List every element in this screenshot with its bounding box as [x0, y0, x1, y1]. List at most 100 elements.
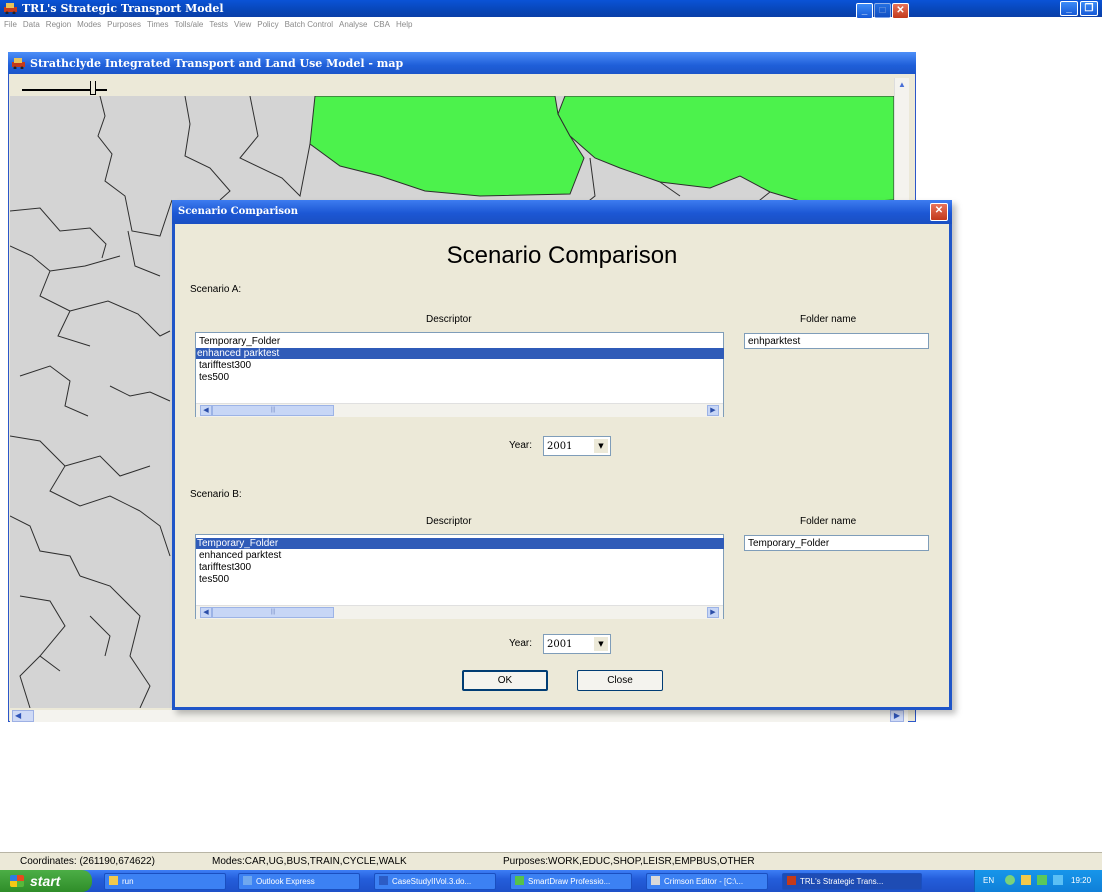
- menu-item[interactable]: Tolls/ale: [174, 17, 203, 32]
- ok-button[interactable]: OK: [462, 670, 548, 691]
- map-maximize-button[interactable]: □: [874, 3, 891, 19]
- taskbar-item[interactable]: run: [104, 873, 226, 890]
- status-coordinates: Coordinates: (261190,674622): [20, 856, 155, 867]
- scroll-left-icon[interactable]: ◀: [12, 710, 34, 722]
- taskbar-item[interactable]: SmartDraw Professio...: [510, 873, 632, 890]
- menu-item[interactable]: Help: [396, 17, 412, 32]
- app-titlebar[interactable]: TRL's Strategic Transport Model _ ❐: [0, 0, 1102, 17]
- windows-logo-icon: [10, 875, 24, 887]
- scroll-right-icon[interactable]: ▶: [707, 607, 719, 618]
- language-indicator[interactable]: EN: [983, 876, 994, 885]
- scenario-a-descriptor-list[interactable]: Temporary_Folder enhanced parktest tarif…: [195, 332, 724, 417]
- scroll-left-icon[interactable]: ◀: [200, 607, 212, 618]
- menu-item[interactable]: Batch Control: [285, 17, 333, 32]
- map-horizontal-scrollbar[interactable]: ◀ ▶: [10, 710, 908, 722]
- menu-item[interactable]: Purposes: [107, 17, 141, 32]
- menu-item[interactable]: Region: [46, 17, 71, 32]
- taskbar-item-label: Outlook Express: [256, 877, 315, 886]
- map-toolbar: [10, 74, 914, 96]
- list-item[interactable]: tarifftest300: [198, 360, 251, 371]
- list-item[interactable]: tes500: [198, 372, 229, 383]
- map-window-title: Strathclyde Integrated Transport and Lan…: [30, 57, 404, 70]
- list-item[interactable]: tarifftest300: [198, 562, 251, 573]
- scenario-b-folder-field[interactable]: Temporary_Folder: [744, 535, 929, 551]
- scenario-b-label: Scenario B:: [190, 489, 242, 500]
- tray-volume-icon[interactable]: [1053, 875, 1063, 885]
- taskbar-item[interactable]: Outlook Express: [238, 873, 360, 890]
- taskbar-item-label: TRL's Strategic Trans...: [800, 877, 884, 886]
- restore-button[interactable]: ❐: [1080, 1, 1098, 16]
- menu-item[interactable]: View: [234, 17, 251, 32]
- scroll-up-icon[interactable]: ▲: [897, 80, 907, 92]
- scenario-a-descriptor-header: Descriptor: [426, 314, 472, 325]
- list-item-selected[interactable]: Temporary_Folder: [196, 538, 724, 549]
- scenario-b-year-select[interactable]: 2001 ▼: [543, 634, 611, 654]
- menu-item[interactable]: CBA: [374, 17, 390, 32]
- taskbar-item-label: run: [122, 877, 134, 886]
- scroll-thumb[interactable]: |||: [212, 405, 334, 416]
- tray-app-icon[interactable]: [1021, 875, 1031, 885]
- outlook-icon: [243, 876, 252, 885]
- start-label: start: [30, 873, 61, 889]
- scroll-thumb[interactable]: |||: [212, 607, 334, 618]
- dialog-titlebar[interactable]: Scenario Comparison: [172, 200, 952, 224]
- list-item-selected[interactable]: enhanced parktest: [196, 348, 724, 359]
- tray-network-icon[interactable]: [1005, 875, 1015, 885]
- dialog-title: Scenario Comparison: [178, 206, 298, 217]
- menu-item[interactable]: File: [4, 17, 17, 32]
- menu-item[interactable]: Data: [23, 17, 40, 32]
- app-title: TRL's Strategic Transport Model: [22, 2, 224, 15]
- menu-item[interactable]: Times: [147, 17, 168, 32]
- menu-item[interactable]: Policy: [257, 17, 278, 32]
- menu-bar: File Data Region Modes Purposes Times Tolls/al…: [0, 17, 1102, 32]
- menu-item[interactable]: Analyse: [339, 17, 367, 32]
- map-close-button[interactable]: ✕: [892, 3, 909, 19]
- list-horizontal-scrollbar[interactable]: ◀ ||| ▶: [196, 605, 723, 619]
- scenario-b-year-label: Year:: [509, 638, 532, 649]
- highlighted-zone: [557, 96, 894, 205]
- scroll-right-icon[interactable]: ▶: [707, 405, 719, 416]
- menu-item[interactable]: Modes: [77, 17, 101, 32]
- tray-app-icon[interactable]: [1037, 875, 1047, 885]
- chevron-down-icon[interactable]: ▼: [594, 637, 608, 651]
- list-item[interactable]: tes500: [198, 574, 229, 585]
- taskbar-item[interactable]: CaseStudyIIVol.3.do...: [374, 873, 496, 890]
- dialog-heading: Scenario Comparison: [446, 242, 678, 269]
- menu-item[interactable]: Tests: [209, 17, 228, 32]
- scenario-b-folder-header: Folder name: [800, 516, 857, 527]
- zoom-slider-thumb[interactable]: [90, 81, 96, 95]
- list-item[interactable]: enhanced parktest: [198, 550, 281, 561]
- folder-icon: [109, 876, 118, 885]
- scenario-b-descriptor-header: Descriptor: [426, 516, 472, 527]
- map-minimize-button[interactable]: _: [856, 3, 873, 19]
- scenario-a-folder-field[interactable]: enhparktest: [744, 333, 929, 349]
- scenario-b-descriptor-list[interactable]: Temporary_Folder enhanced parktest tarif…: [195, 534, 724, 619]
- close-button[interactable]: Close: [577, 670, 663, 691]
- list-item[interactable]: Temporary_Folder: [198, 336, 280, 347]
- app-icon: [12, 57, 25, 70]
- list-horizontal-scrollbar[interactable]: ◀ ||| ▶: [196, 403, 723, 417]
- minimize-button[interactable]: _: [1060, 1, 1078, 16]
- taskbar-item-label: SmartDraw Professio...: [528, 877, 611, 886]
- taskbar-item-active[interactable]: TRL's Strategic Trans...: [782, 873, 922, 890]
- scroll-right-icon[interactable]: ▶: [890, 710, 904, 722]
- word-icon: [379, 876, 388, 885]
- year-value: 2001: [547, 441, 573, 452]
- highlighted-zone: [309, 96, 585, 197]
- status-purposes: Purposes:WORK,EDUC,SHOP,LEISR,EMPBUS,OTH…: [503, 856, 755, 867]
- status-bar: Coordinates: (261190,674622) Modes:CAR,U…: [0, 852, 1102, 870]
- scroll-left-icon[interactable]: ◀: [200, 405, 212, 416]
- taskbar-item[interactable]: Crimson Editor - [C:\...: [646, 873, 768, 890]
- year-value: 2001: [547, 639, 573, 650]
- scenario-a-year-label: Year:: [509, 440, 532, 451]
- smartdraw-icon: [515, 876, 524, 885]
- start-button[interactable]: start: [0, 870, 92, 892]
- clock: 19:20: [1071, 876, 1092, 885]
- dialog-close-button[interactable]: ✕: [930, 203, 948, 221]
- chevron-down-icon[interactable]: ▼: [594, 439, 608, 453]
- map-window-titlebar[interactable]: Strathclyde Integrated Transport and Lan…: [8, 52, 916, 74]
- app-icon: [787, 876, 796, 885]
- editor-icon: [651, 876, 660, 885]
- scenario-a-year-select[interactable]: 2001 ▼: [543, 436, 611, 456]
- status-modes: Modes:CAR,UG,BUS,TRAIN,CYCLE,WALK: [212, 856, 407, 867]
